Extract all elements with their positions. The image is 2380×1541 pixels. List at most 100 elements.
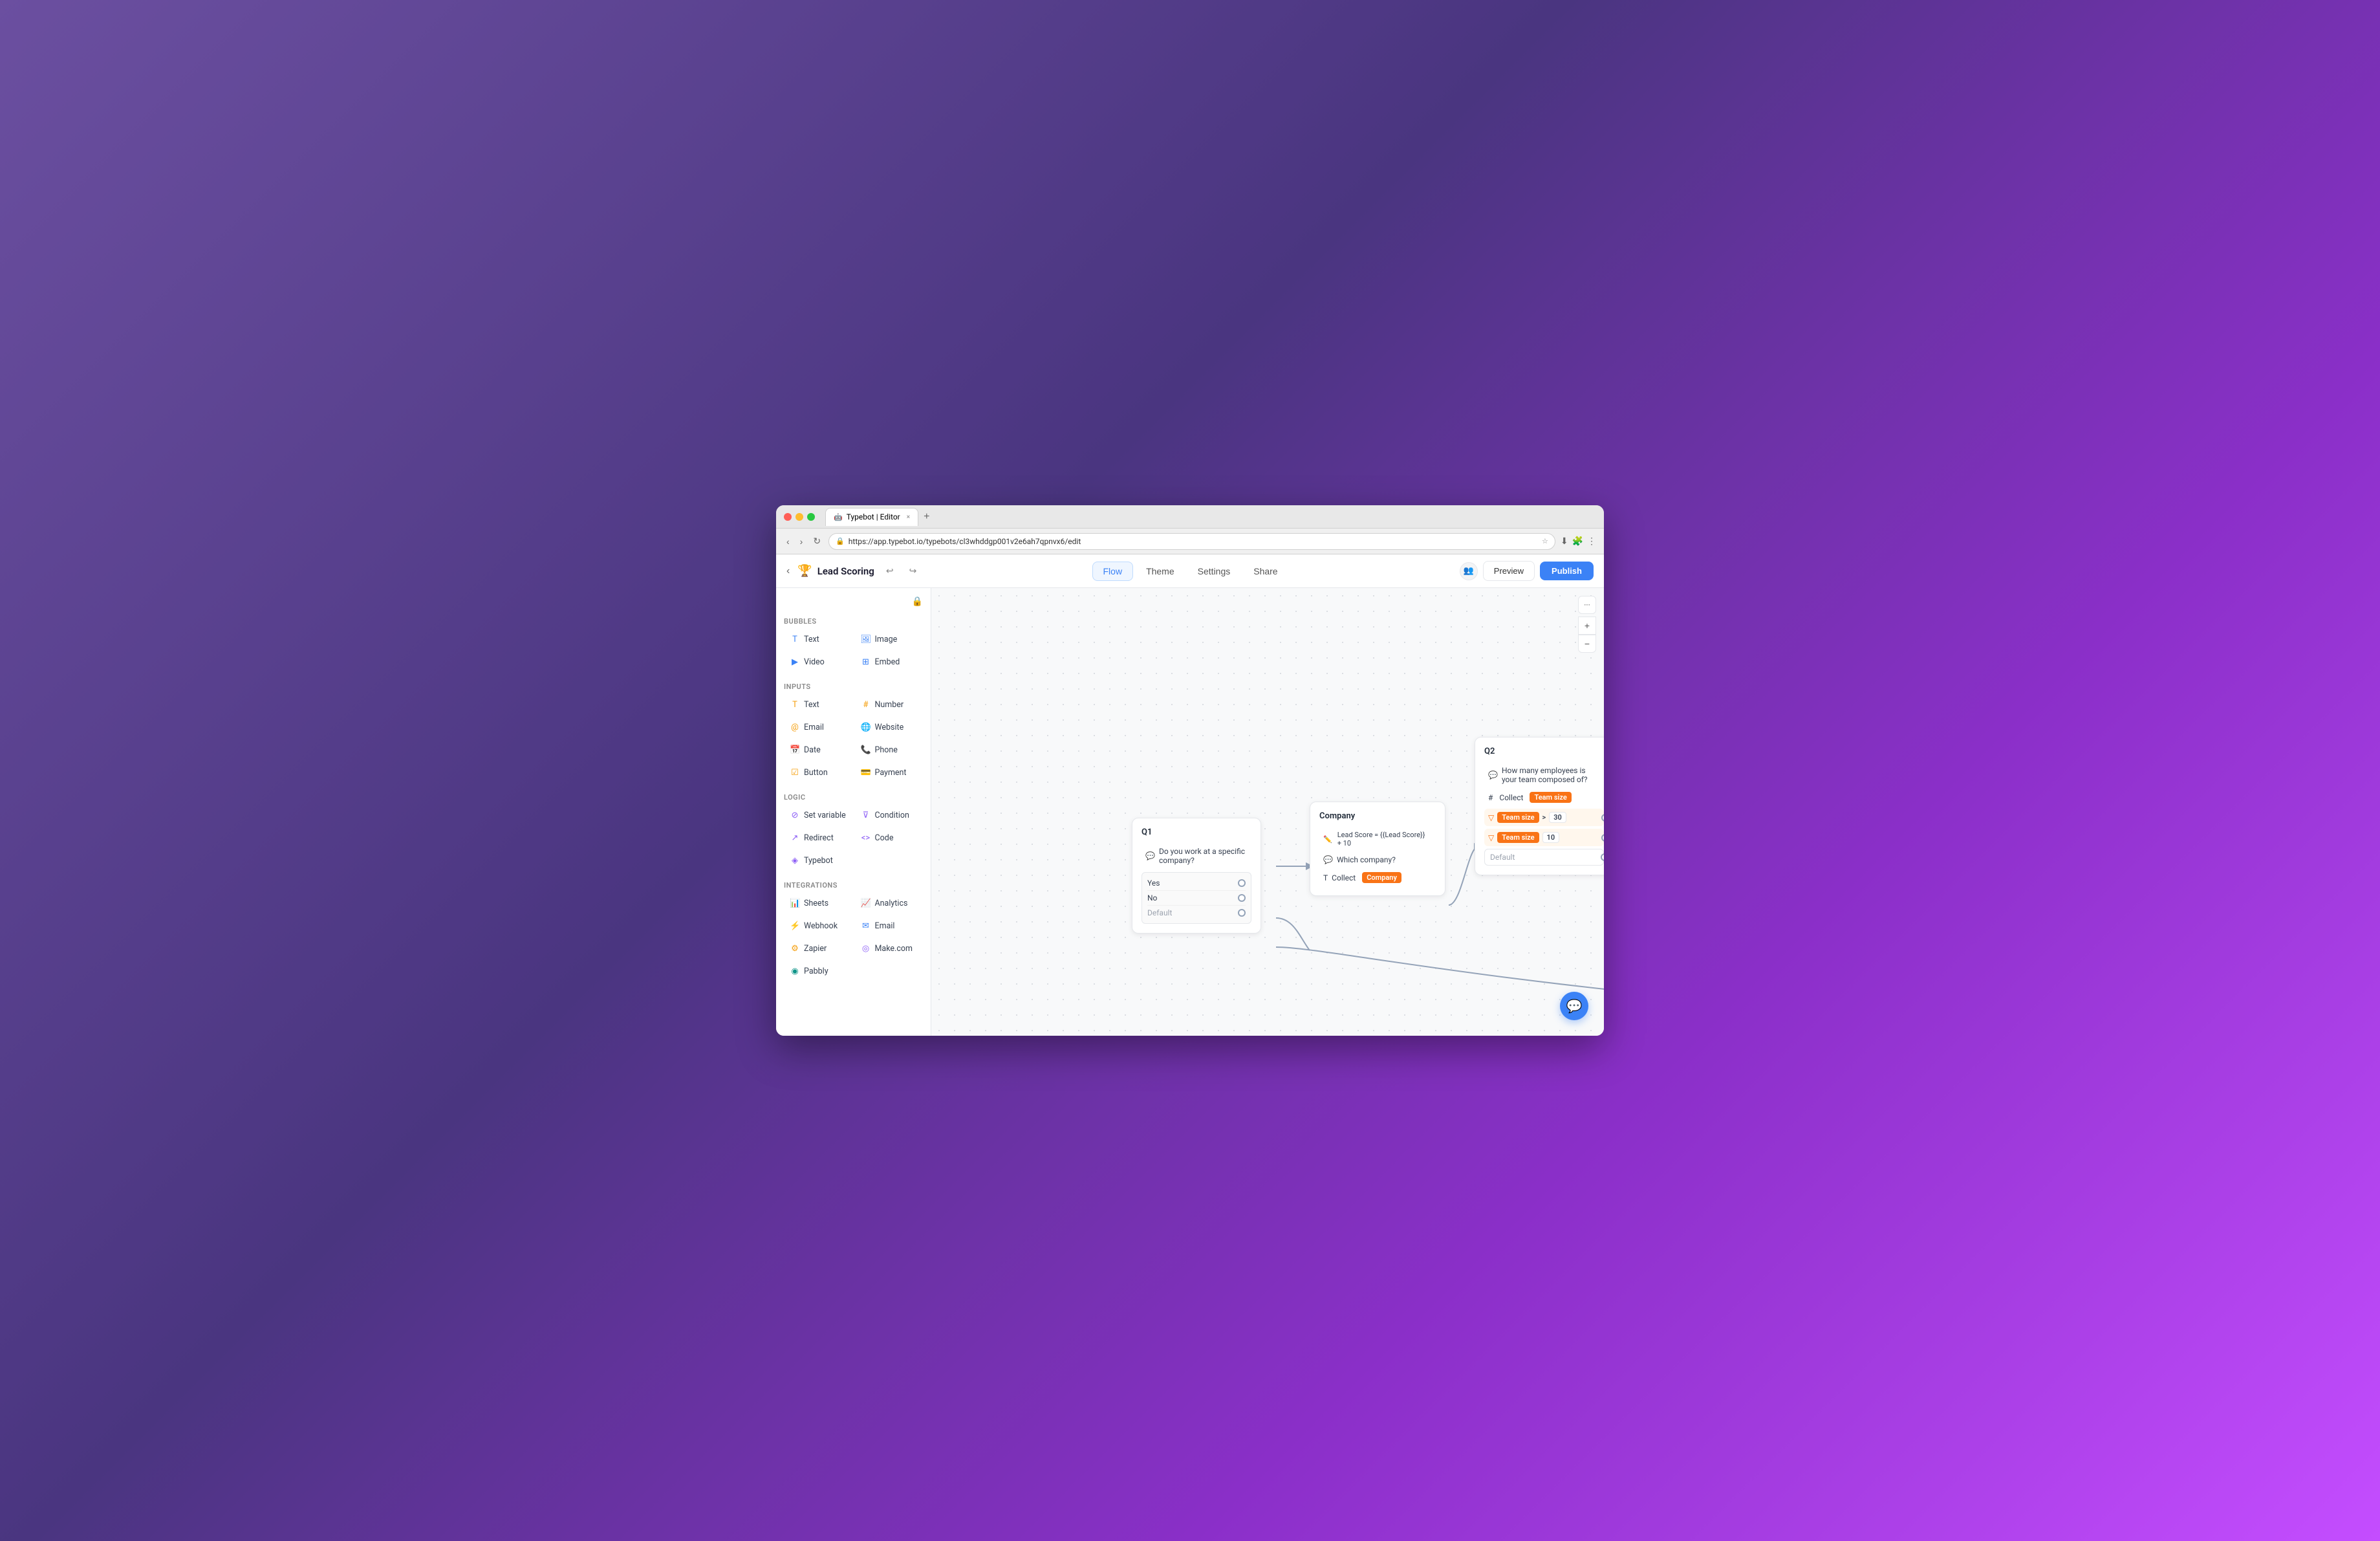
q2-default-row: Default [1484,849,1604,866]
q2-filter2-tag: Team size [1497,832,1539,843]
q2-node[interactable]: Q2 💬 How many employees is your team com… [1475,737,1604,875]
sidebar-item-payment[interactable]: 💳 Payment [855,763,924,783]
sidebar-item-webhook[interactable]: ⚡ Webhook [784,916,852,936]
email-int-icon: ✉ [861,921,871,931]
download-icon[interactable]: ⬇ [1561,536,1568,547]
header-nav: Flow Theme Settings Share [1092,562,1288,581]
zoom-in-button[interactable]: + [1578,617,1596,635]
sidebar-item-date[interactable]: 📅 Date [784,740,852,760]
date-icon: 📅 [790,745,800,755]
tab-theme[interactable]: Theme [1136,562,1185,580]
q2-collect-text: Collect [1499,793,1523,802]
sidebar-item-email-int[interactable]: ✉ Email [855,916,924,936]
maximize-button[interactable] [807,513,815,521]
image-label: Image [875,635,898,644]
chat-icon: 💬 [1566,998,1583,1014]
sidebar-item-sheets[interactable]: 📊 Sheets [784,893,852,913]
default-connector [1238,909,1246,917]
company-node[interactable]: Company ✏️ Lead Score = {{Lead Score}}+ … [1310,802,1445,896]
tab-favicon: 🤖 [834,513,843,521]
close-button[interactable] [784,513,792,521]
email-label: Email [804,723,824,732]
sidebar-item-typebot[interactable]: ◈ Typebot [784,851,852,871]
redirect-icon: ↗ [790,833,800,843]
integrations-grid: 📊 Sheets 📈 Analytics ⚡ Webhook ✉ Email [784,893,923,981]
sidebar-item-make[interactable]: ◎ Make.com [855,939,924,959]
canvas-area[interactable]: ··· + − Q1 💬 Do you work at a specific c… [931,588,1604,1036]
no-connector [1238,894,1246,902]
sidebar-lock: 🔒 [784,596,923,607]
redo-button[interactable]: ↪ [905,563,921,579]
undo-button[interactable]: ↩ [882,563,898,579]
sidebar-item-analytics[interactable]: 📈 Analytics [855,893,924,913]
tab-settings[interactable]: Settings [1187,562,1241,580]
q1-choices: Yes No Default [1141,872,1251,924]
company-score-row: ✏️ Lead Score = {{Lead Score}}+ 10 [1319,827,1436,851]
browser-toolbar: ‹ › ↻ 🔒 https://app.typebot.io/typebots/… [776,529,1604,554]
payment-label: Payment [875,768,907,778]
bubbles-section-title: Bubbles [784,617,923,626]
q2-filter1-val: 30 [1549,812,1566,823]
sidebar-item-button[interactable]: ☑ Button [784,763,852,783]
embed-label: Embed [875,657,900,667]
minimize-button[interactable] [795,513,803,521]
nav-forward-button[interactable]: › [797,534,806,549]
sidebar-item-number[interactable]: # Number [855,695,924,715]
chat-bubble-button[interactable]: 💬 [1560,992,1588,1020]
preview-button[interactable]: Preview [1483,561,1535,581]
sidebar-item-phone[interactable]: 📞 Phone [855,740,924,760]
project-title: 🏆 Lead Scoring [797,564,874,578]
q2-title: Q2 [1484,747,1604,756]
payment-icon: 💳 [861,768,871,778]
collab-button[interactable]: 👥 [1460,562,1478,580]
sidebar-item-text-input[interactable]: T Text [784,695,852,715]
sidebar: 🔒 Bubbles T Text 🖼 Image ▶ Video [776,588,931,1036]
integrations-section-title: Integrations [784,881,923,890]
tab-share[interactable]: Share [1243,562,1288,580]
app-container: ‹ 🏆 Lead Scoring ↩ ↪ Flow Theme Settings… [776,554,1604,1036]
q2-filter1-op: > [1542,813,1546,822]
q1-title: Q1 [1141,827,1251,837]
extensions-icon[interactable]: 🧩 [1572,536,1583,547]
tab-flow[interactable]: Flow [1092,562,1134,581]
tab-close-icon[interactable]: × [907,514,910,521]
yes-connector [1238,879,1246,887]
new-tab-button[interactable]: + [918,508,935,525]
sidebar-item-redirect[interactable]: ↗ Redirect [784,828,852,848]
company-collect-label: T [1323,873,1328,882]
sidebar-item-image[interactable]: 🖼 Image [855,629,924,650]
publish-button[interactable]: Publish [1540,562,1594,580]
browser-tab[interactable]: 🤖 Typebot | Editor × [825,508,918,526]
canvas-dots-button[interactable]: ··· [1578,596,1596,614]
url-bar[interactable]: 🔒 https://app.typebot.io/typebots/cl3whd… [828,533,1555,550]
q2-filter1: ▽ Team size > 30 [1484,809,1604,826]
sidebar-item-code[interactable]: <> Code [855,828,924,848]
embed-icon: ⊞ [861,657,871,667]
sidebar-item-zapier[interactable]: ⚙ Zapier [784,939,852,959]
zapier-label: Zapier [804,944,827,954]
sidebar-item-set-variable[interactable]: ⊘ Set variable [784,805,852,825]
sidebar-item-video[interactable]: ▶ Video [784,652,852,672]
q1-node[interactable]: Q1 💬 Do you work at a specific company? … [1132,818,1261,934]
sidebar-item-embed[interactable]: ⊞ Embed [855,652,924,672]
zoom-out-button[interactable]: − [1578,635,1596,653]
website-label: Website [875,723,904,732]
nav-back-button[interactable]: ‹ [784,534,792,549]
company-lead-score: Lead Score = {{Lead Score}}+ 10 [1337,831,1425,847]
sidebar-item-pabbly[interactable]: ◉ Pabbly [784,961,852,981]
menu-icon[interactable]: ⋮ [1587,536,1596,547]
number-icon: # [861,700,871,710]
filter1-icon: ▽ [1488,813,1494,822]
lock-button[interactable]: 🔒 [912,596,923,607]
back-button[interactable]: ‹ [786,565,790,577]
sheets-label: Sheets [804,899,828,908]
nav-reload-button[interactable]: ↻ [810,533,823,549]
sidebar-item-website[interactable]: 🌐 Website [855,717,924,738]
sidebar-item-condition[interactable]: ⊽ Condition [855,805,924,825]
sidebar-item-email[interactable]: @ Email [784,717,852,738]
number-label: Number [875,700,904,710]
date-label: Date [804,745,821,755]
traffic-lights [784,513,815,521]
button-icon: ☑ [790,768,800,778]
sidebar-item-text[interactable]: T Text [784,629,852,650]
